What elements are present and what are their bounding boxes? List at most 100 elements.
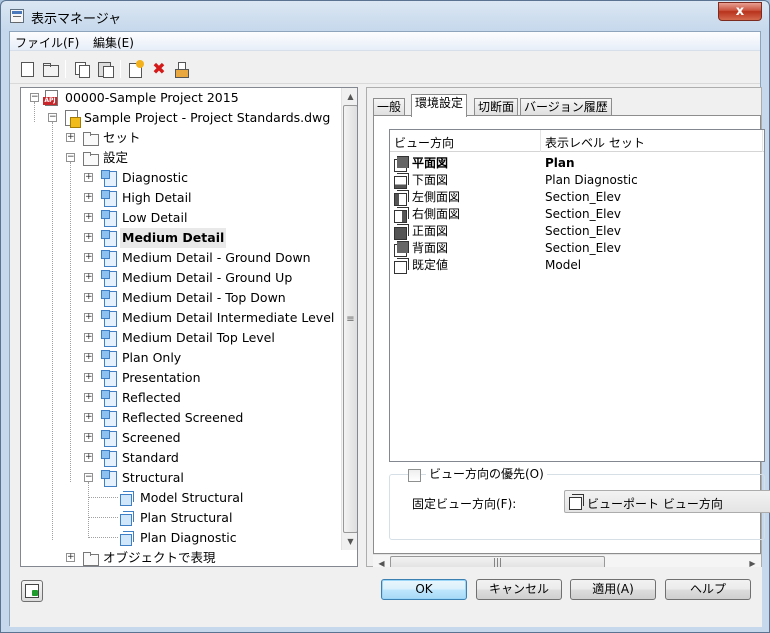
ok-button[interactable]: OK	[381, 579, 467, 600]
delete-icon[interactable]: ✖	[150, 60, 168, 78]
expand-icon[interactable]: +	[84, 253, 93, 262]
display-representation-icon	[118, 510, 134, 526]
tree-node-config-medium-ground-up[interactable]: + Medium Detail - Ground Up	[21, 268, 341, 288]
expand-icon[interactable]: +	[84, 233, 93, 242]
expand-icon[interactable]: +	[84, 213, 93, 222]
tree-node-config-high-detail[interactable]: + High Detail	[21, 188, 341, 208]
list-row[interactable]: 平面図 Plan	[390, 155, 764, 172]
scroll-down-icon[interactable]: ▼	[342, 533, 357, 550]
tree-vertical-scrollbar[interactable]: ▲ ≡ ▼	[341, 88, 357, 550]
tree-node-drawing[interactable]: − Sample Project - Project Standards.dwg	[21, 108, 341, 128]
help-topic-button[interactable]	[21, 580, 43, 602]
display-set-value[interactable]: Section_Elev	[545, 189, 621, 206]
tree-node-sets[interactable]: + セット	[21, 128, 341, 148]
expand-icon[interactable]: +	[84, 173, 93, 182]
tree-node-config-reflected-screened[interactable]: + Reflected Screened	[21, 408, 341, 428]
fixed-view-direction-select[interactable]: ビューポート ビュー方向	[564, 490, 770, 513]
tree-node-rep-plan-structural[interactable]: Plan Structural	[21, 508, 341, 528]
tree-node-config-low-detail[interactable]: + Low Detail	[21, 208, 341, 228]
tree-node-config-diagnostic[interactable]: + Diagnostic	[21, 168, 341, 188]
tree-node-configurations[interactable]: − 設定	[21, 148, 341, 168]
tab-configuration[interactable]: 環境設定	[411, 94, 468, 117]
cancel-button[interactable]: キャンセル	[476, 579, 562, 600]
menu-edit[interactable]: 編集(E)	[89, 34, 138, 51]
display-set-value[interactable]: Model	[545, 257, 581, 274]
tree-node-config-screened[interactable]: + Screened	[21, 428, 341, 448]
help-button[interactable]: ヘルプ	[665, 579, 751, 600]
expand-icon[interactable]: +	[84, 293, 93, 302]
expand-icon[interactable]: +	[84, 193, 93, 202]
pane-splitter[interactable]	[359, 87, 364, 567]
tree-node-config-presentation[interactable]: + Presentation	[21, 368, 341, 388]
expand-icon[interactable]: +	[84, 453, 93, 462]
column-header-view-direction[interactable]: ビュー方向	[394, 134, 454, 151]
display-configuration-icon	[101, 290, 117, 307]
display-set-value[interactable]: Plan Diagnostic	[545, 172, 638, 189]
folder-icon	[82, 150, 99, 166]
tab-version-history[interactable]: バージョン履歴	[520, 98, 612, 116]
tree-node-label: セット	[103, 130, 141, 145]
apply-button[interactable]: 適用(A)	[570, 579, 656, 600]
expand-icon[interactable]: +	[66, 553, 75, 562]
expand-icon[interactable]: +	[84, 273, 93, 282]
tree-node-rep-model-structural[interactable]: Model Structural	[21, 488, 341, 508]
collapse-icon[interactable]: −	[48, 113, 57, 122]
expand-icon[interactable]: +	[84, 413, 93, 422]
expand-icon[interactable]: +	[84, 353, 93, 362]
list-row[interactable]: 右側面図 Section_Elev	[390, 206, 764, 223]
expand-icon[interactable]: +	[84, 313, 93, 322]
expand-icon[interactable]: +	[66, 133, 75, 142]
purge-icon[interactable]	[172, 60, 190, 78]
title-bar[interactable]: 表示マネージャ x	[1, 1, 769, 31]
column-header-display-set[interactable]: 表示レベル セット	[545, 134, 645, 151]
tree-node-config-medium-intermediate[interactable]: + Medium Detail Intermediate Level	[21, 308, 341, 328]
override-view-direction-checkbox[interactable]	[408, 469, 421, 482]
list-row[interactable]: 既定値 Model	[390, 257, 764, 274]
menu-file[interactable]: ファイル(F)	[11, 34, 83, 51]
tree-node-label: Low Detail	[122, 210, 188, 225]
tree-node-config-standard[interactable]: + Standard	[21, 448, 341, 468]
column-divider[interactable]	[762, 130, 763, 152]
tree-node-project[interactable]: − 00000-Sample Project 2015	[21, 88, 341, 108]
list-row[interactable]: 下面図 Plan Diagnostic	[390, 172, 764, 189]
collapse-icon[interactable]: −	[66, 153, 75, 162]
tab-general[interactable]: 一般	[373, 98, 406, 116]
display-set-value[interactable]: Section_Elev	[545, 206, 621, 223]
collapse-icon[interactable]: −	[30, 93, 39, 102]
view-direction-list[interactable]: ビュー方向 表示レベル セット 平面図 Plan 下面図 Plan Diagno…	[389, 129, 765, 462]
tree-node-config-structural[interactable]: − Structural	[21, 468, 341, 488]
collapse-icon[interactable]: −	[84, 473, 93, 482]
tree-node-objects[interactable]: + オブジェクトで表現	[21, 548, 341, 566]
expand-icon[interactable]: +	[84, 333, 93, 342]
tree-node-config-medium-detail[interactable]: + Medium Detail	[21, 228, 341, 248]
display-tree[interactable]: − 00000-Sample Project 2015 − Sample Pro…	[20, 87, 358, 567]
list-row[interactable]: 左側面図 Section_Elev	[390, 189, 764, 206]
project-icon	[43, 90, 59, 106]
display-set-value[interactable]: Section_Elev	[545, 240, 621, 257]
close-button[interactable]: x	[718, 2, 762, 21]
expand-icon[interactable]: +	[84, 393, 93, 402]
open-icon[interactable]	[41, 60, 59, 78]
tree-node-config-medium-ground-down[interactable]: + Medium Detail - Ground Down	[21, 248, 341, 268]
display-set-value[interactable]: Section_Elev	[545, 223, 621, 240]
list-row[interactable]: 背面図 Section_Elev	[390, 240, 764, 257]
tree-node-config-reflected[interactable]: + Reflected	[21, 388, 341, 408]
tree-node-config-medium-top-level[interactable]: + Medium Detail Top Level	[21, 328, 341, 348]
display-configuration-icon	[101, 410, 117, 427]
tree-node-config-medium-top-down[interactable]: + Medium Detail - Top Down	[21, 288, 341, 308]
display-set-value[interactable]: Plan	[545, 155, 575, 172]
expand-icon[interactable]: +	[84, 433, 93, 442]
scroll-thumb[interactable]: ≡	[343, 105, 357, 533]
list-row[interactable]: 正面図 Section_Elev	[390, 223, 764, 240]
new-icon[interactable]	[18, 60, 36, 78]
paste-icon[interactable]	[96, 60, 114, 78]
override-view-direction-label[interactable]: ビュー方向の優先(O)	[426, 466, 547, 482]
scroll-up-icon[interactable]: ▲	[342, 88, 357, 105]
expand-icon[interactable]: +	[84, 373, 93, 382]
tree-node-config-plan-only[interactable]: + Plan Only	[21, 348, 341, 368]
tab-cut-plane[interactable]: 切断面	[474, 98, 519, 116]
tree-node-rep-plan-diagnostic[interactable]: Plan Diagnostic	[21, 528, 341, 548]
column-divider[interactable]	[540, 130, 541, 152]
new-style-icon[interactable]	[127, 60, 145, 78]
copy-icon[interactable]	[73, 60, 91, 78]
